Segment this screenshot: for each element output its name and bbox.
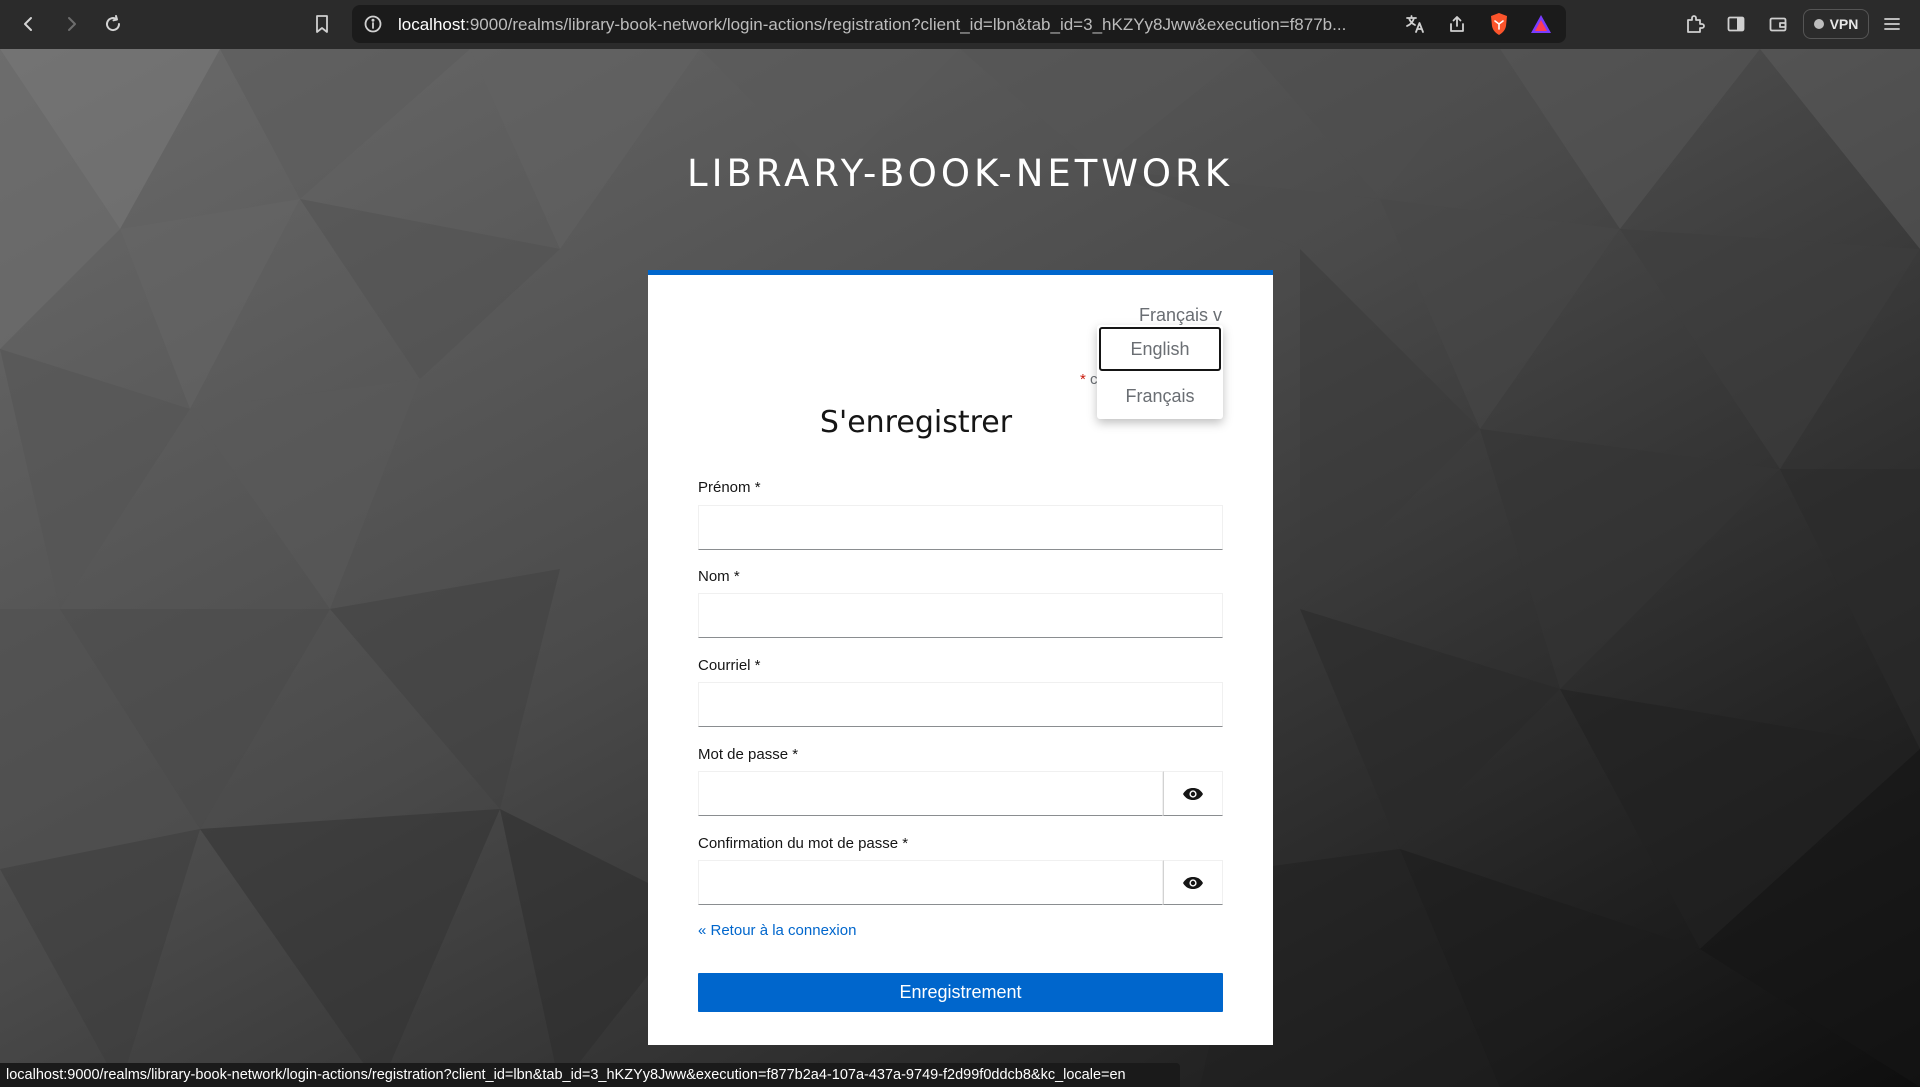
- reload-icon: [106, 15, 121, 32]
- eye-icon: [1183, 787, 1203, 800]
- first-name-field[interactable]: [698, 505, 1223, 550]
- back-icon: [24, 17, 32, 31]
- vpn-status-icon: [1813, 19, 1824, 29]
- share-icon[interactable]: [1440, 7, 1474, 41]
- status-bar-url: localhost:9000/realms/library-book-netwo…: [0, 1063, 1180, 1087]
- browser-toolbar: localhost:9000/realms/library-book-netwo…: [0, 0, 1920, 49]
- bookmark-icon: [316, 15, 328, 33]
- show-password-button[interactable]: [1163, 771, 1223, 816]
- register-button[interactable]: Enregistrement: [698, 973, 1223, 1012]
- locale-option-francais[interactable]: Français: [1097, 373, 1223, 419]
- password-label: Mot de passe *: [698, 746, 799, 763]
- password-field[interactable]: [698, 771, 1163, 816]
- registration-card: Français v * c S'enregistrer Prénom * No…: [648, 270, 1273, 1045]
- forward-icon: [68, 17, 76, 31]
- bookmark-button[interactable]: [305, 7, 339, 41]
- email-field[interactable]: [698, 682, 1223, 727]
- reload-button[interactable]: [96, 7, 130, 41]
- locale-dropdown-menu: English Français: [1097, 325, 1223, 419]
- site-info-icon[interactable]: [356, 7, 390, 41]
- required-fields-note: * c: [1080, 371, 1098, 388]
- show-password-confirm-button[interactable]: [1163, 860, 1223, 905]
- realm-title: LIBRARY-BOOK-NETWORK: [686, 152, 1234, 195]
- vpn-button[interactable]: VPN: [1803, 9, 1869, 39]
- menu-icon[interactable]: [1875, 7, 1909, 41]
- brave-shield-icon[interactable]: [1482, 7, 1516, 41]
- email-label: Courriel *: [698, 657, 761, 674]
- address-bar[interactable]: localhost:9000/realms/library-book-netwo…: [352, 5, 1566, 43]
- forward-button[interactable]: [54, 7, 88, 41]
- locale-toggle[interactable]: Français v: [1139, 305, 1222, 326]
- wallet-icon[interactable]: [1761, 7, 1795, 41]
- brave-rewards-icon[interactable]: [1524, 7, 1558, 41]
- last-name-field[interactable]: [698, 593, 1223, 638]
- required-star: *: [1080, 371, 1086, 388]
- locale-option-english[interactable]: English: [1099, 327, 1221, 371]
- sidebar-icon[interactable]: [1719, 7, 1753, 41]
- back-to-login-link[interactable]: « Retour à la connexion: [698, 922, 856, 939]
- back-button[interactable]: [12, 7, 46, 41]
- chevron-down-icon: v: [1213, 305, 1222, 325]
- password-confirm-field[interactable]: [698, 860, 1163, 905]
- password-confirm-label: Confirmation du mot de passe *: [698, 835, 909, 852]
- url-text[interactable]: localhost:9000/realms/library-book-netwo…: [398, 15, 1398, 35]
- extensions-icon[interactable]: [1678, 7, 1712, 41]
- translate-icon[interactable]: [1398, 7, 1432, 41]
- eye-icon: [1183, 876, 1203, 889]
- first-name-label: Prénom *: [698, 479, 761, 496]
- locale-current: Français: [1138, 305, 1208, 325]
- vpn-label: VPN: [1829, 16, 1859, 32]
- last-name-label: Nom *: [698, 568, 740, 585]
